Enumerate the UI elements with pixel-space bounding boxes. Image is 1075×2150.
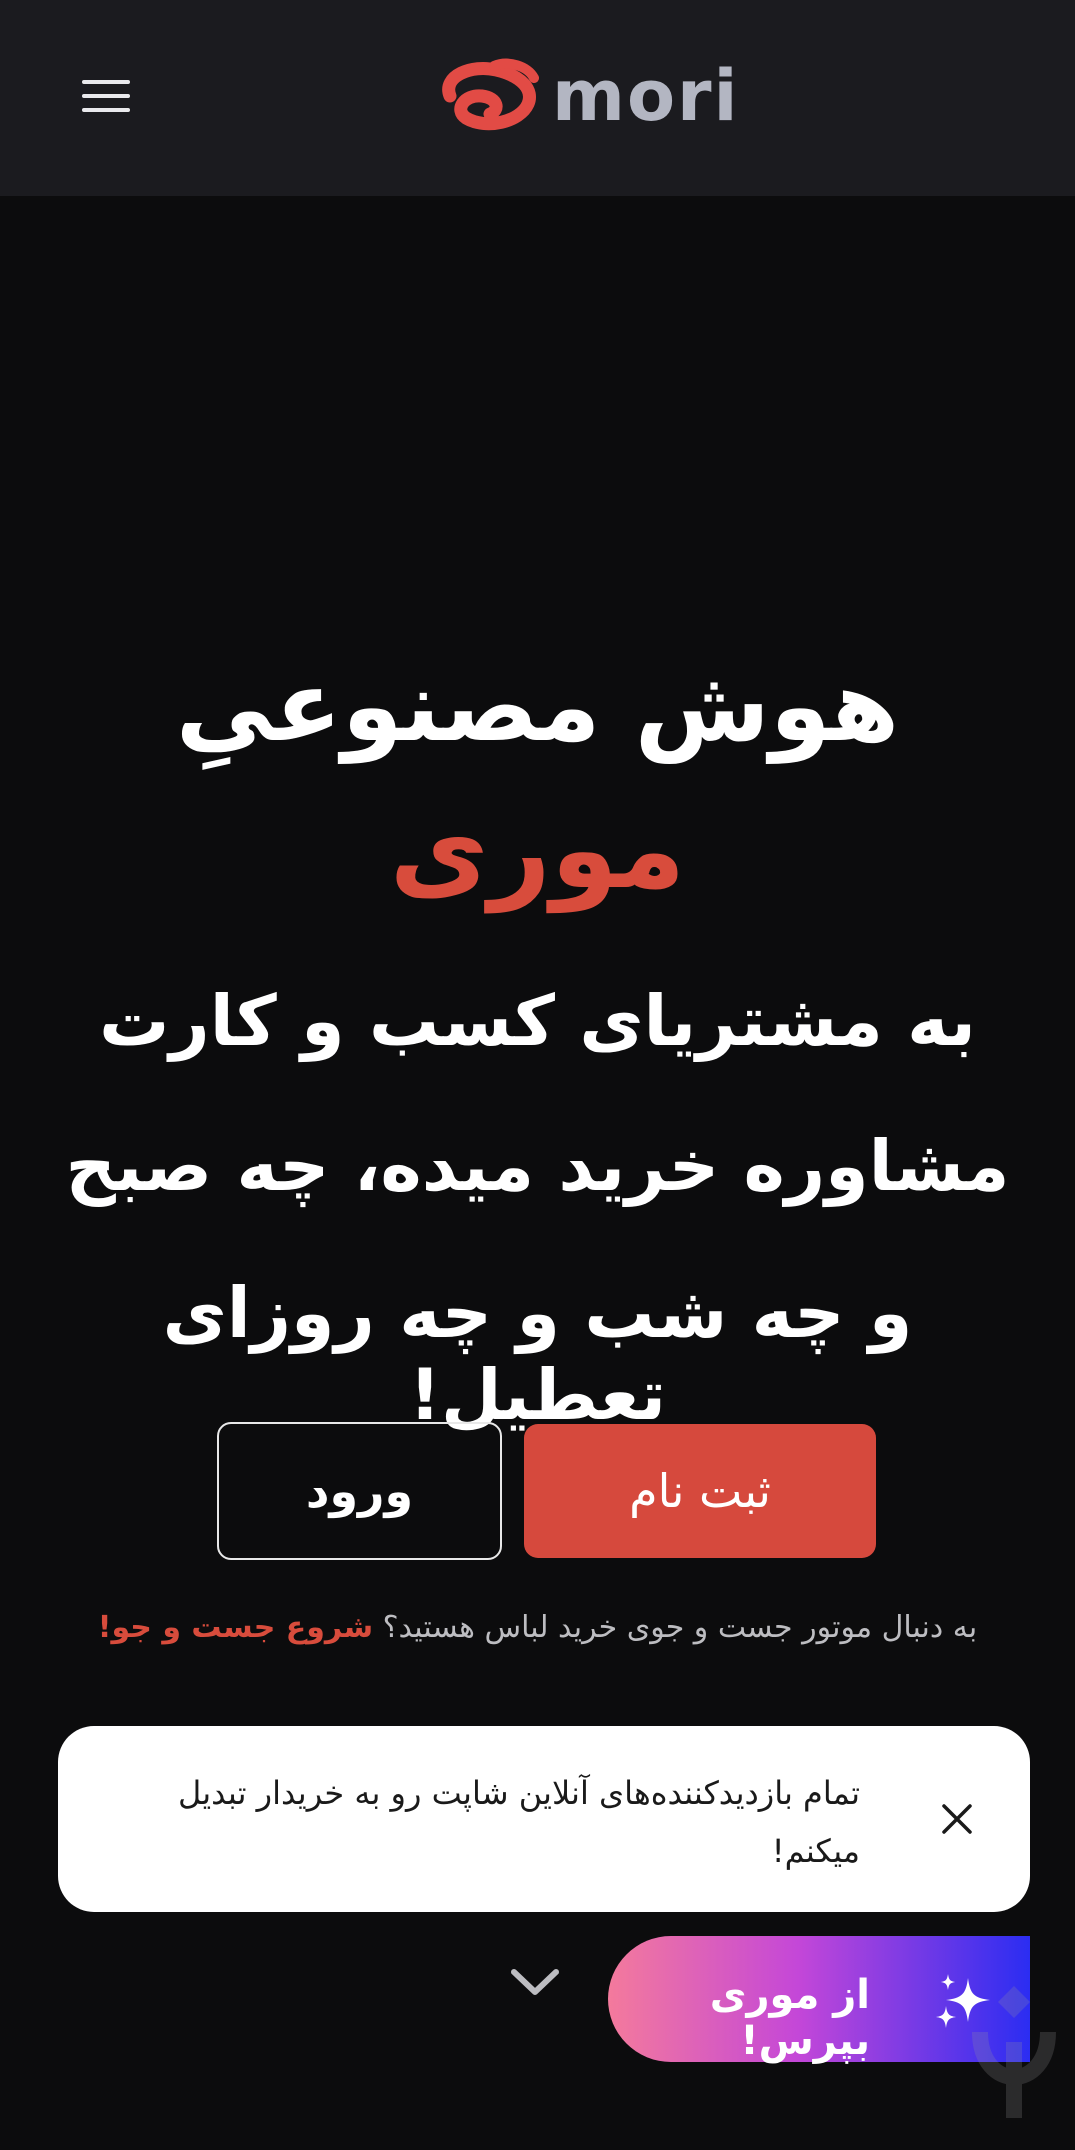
store-watermark-icon: [972, 1986, 1056, 2118]
ask-mori-label: از موری بپرس!: [709, 1972, 870, 2064]
start-search-link[interactable]: شروع جست و جو!: [98, 1610, 373, 1645]
toast-message: تمام بازدیدکننده‌های آنلاین شاپت رو به خ…: [177, 1774, 860, 1870]
search-promo-text: به دنبال موتور جست و جوی خرید لباس هستید…: [382, 1610, 978, 1645]
mori-logo[interactable]: mori: [436, 56, 740, 136]
hamburger-menu-icon[interactable]: [80, 74, 136, 118]
top-header: mori: [0, 0, 1075, 196]
close-icon[interactable]: [938, 1800, 976, 1838]
chevron-down-icon[interactable]: [508, 1962, 562, 2002]
logo-text: mori: [552, 55, 740, 137]
login-button[interactable]: ورود: [217, 1422, 502, 1560]
signup-button[interactable]: ثبت نام: [524, 1424, 876, 1558]
hero-title-line1: هوش مصنوعیِ: [175, 650, 900, 764]
hero-subtitle-line1: به مشتریای کسب و کارت: [99, 980, 976, 1062]
search-promo: به دنبال موتور جست و جوی خرید لباس هستید…: [40, 1610, 1035, 1645]
hero-title-brand: موری: [389, 788, 686, 913]
mori-logo-mark-icon: [442, 58, 539, 131]
hero-subtitle-line2: مشاوره خرید میده، چه صبح: [65, 1125, 1010, 1207]
chat-greeting-toast: تمام بازدیدکننده‌های آنلاین شاپت رو به خ…: [58, 1726, 1030, 1912]
hero-subtitle-line3: و چه شب و چه روزای تعطیل!: [162, 1272, 913, 1436]
